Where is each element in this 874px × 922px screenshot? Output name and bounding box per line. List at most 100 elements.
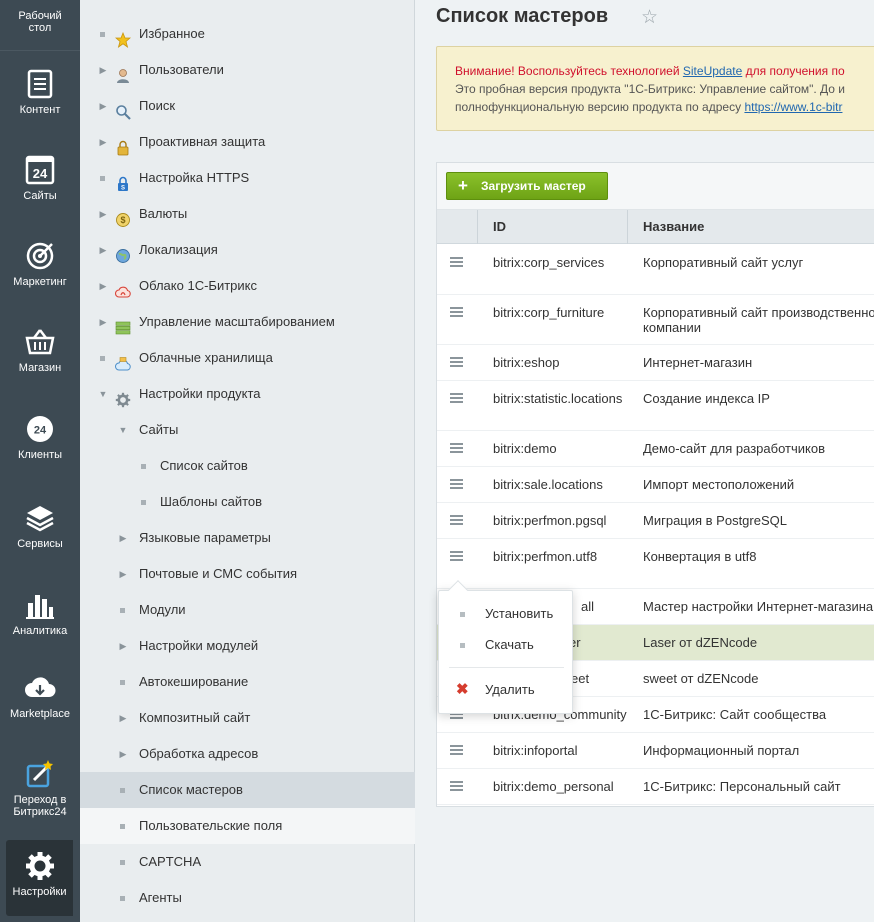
chevron-down-icon[interactable]: ▼: [117, 412, 129, 448]
bitrix-url-link[interactable]: https://www.1c-bitr: [744, 100, 842, 114]
table-row[interactable]: bitrix:sale.locations Импорт местоположен…: [437, 467, 874, 503]
menu-item[interactable]: ▶ Обработка адресов: [80, 736, 415, 772]
rail-item-services[interactable]: Сервисы: [0, 502, 80, 550]
rail-item-marketplace[interactable]: Marketplace: [0, 672, 80, 720]
cell-id: bitrix:eshop: [493, 355, 560, 370]
rail-item-marketing[interactable]: Маркетинг: [0, 240, 80, 288]
menu-item[interactable]: ▶ Языковые параметры: [80, 520, 415, 556]
upload-wizard-button[interactable]: + Загрузить мастер: [446, 172, 608, 200]
menu-item[interactable]: ▶ Композитный сайт: [80, 700, 415, 736]
menu-item-install[interactable]: Установить: [439, 599, 574, 629]
menu-item[interactable]: ▶ Облако 1С-Битрикс: [80, 268, 415, 304]
table-row[interactable]: bitrix:statistic.locations Создание индек…: [437, 381, 874, 431]
table-row[interactable]: bitrix:perfmon.pgsql Миграция в PostgreSQ…: [437, 503, 874, 539]
table-row[interactable]: bitrix:corp_services Корпоративный сайт у…: [437, 245, 874, 295]
chevron-right-icon[interactable]: ▶: [97, 124, 109, 160]
cell-name: 1С-Битрикс: Персональный сайт: [643, 779, 874, 794]
cell-id: bitrix:statistic.locations: [493, 391, 623, 406]
grid-header: ID Название: [437, 210, 874, 244]
rail-item-bitrix24[interactable]: Переход в Битрикс24: [0, 758, 80, 818]
cell-id: all: [581, 599, 595, 614]
row-menu-icon[interactable]: [450, 479, 463, 489]
menu-item[interactable]: Список мастеров: [80, 772, 415, 808]
row-menu-icon[interactable]: [450, 781, 463, 791]
row-menu-icon[interactable]: [450, 357, 463, 367]
bullet-icon: [141, 464, 146, 469]
menu-item[interactable]: Агенты: [80, 880, 415, 916]
menu-item[interactable]: ▶ Пользователи: [80, 52, 415, 88]
rail-item-sites[interactable]: 24 Сайты: [0, 154, 80, 202]
menu-item[interactable]: ▶ Почтовые и СМС события: [80, 556, 415, 592]
row-menu-icon[interactable]: [450, 443, 463, 453]
rail-item-clients[interactable]: 24 Клиенты: [0, 413, 80, 461]
rail-label-clients: Клиенты: [17, 449, 63, 461]
cell-name-text-line2: компании: [643, 320, 701, 335]
svg-text:$: $: [120, 215, 125, 225]
chevron-right-icon[interactable]: ▶: [117, 556, 129, 592]
chevron-right-icon[interactable]: ▶: [97, 268, 109, 304]
menu-item[interactable]: ▶ Локализация: [80, 232, 415, 268]
menu-item[interactable]: ▶ Поиск: [80, 88, 415, 124]
chevron-right-icon[interactable]: ▶: [97, 304, 109, 340]
menu-item[interactable]: Автокеширование: [80, 664, 415, 700]
bitrix24-icon: [26, 760, 53, 788]
chevron-right-icon[interactable]: ▶: [117, 628, 129, 664]
chevron-right-icon[interactable]: ▶: [117, 700, 129, 736]
chevron-right-icon[interactable]: ▶: [97, 52, 109, 88]
table-row[interactable]: bitrix:corp_furniture Корпоративный сайт …: [437, 295, 874, 345]
table-row[interactable]: bitrix:eshop Интернет-магазин: [437, 345, 874, 381]
rail-item-desktop[interactable]: Рабочий стол: [0, 10, 80, 42]
row-menu-icon[interactable]: [450, 745, 463, 755]
menu-item[interactable]: CAPTCHA: [80, 844, 415, 880]
favorite-star-icon[interactable]: ☆: [641, 6, 658, 29]
table-row[interactable]: bitrix:demo_personal 1С-Битрикс: Персонал…: [437, 769, 874, 805]
https-lock-icon: S: [115, 170, 131, 192]
rail-item-analytics[interactable]: Аналитика: [0, 589, 80, 637]
cell-name: Корпоративный сайт производственно компан…: [643, 305, 874, 335]
menu-item[interactable]: Шаблоны сайтов: [80, 484, 415, 520]
menu-item[interactable]: ▶ Управление масштабированием: [80, 304, 415, 340]
table-row[interactable]: bitrix:infoportal Информационный портал: [437, 733, 874, 769]
rail-item-settings[interactable]: Настройки: [6, 840, 73, 916]
cell-name: Мастер настройки Интернет-магазина: [643, 599, 874, 614]
menu-item[interactable]: S Настройка HTTPS: [80, 160, 415, 196]
rail-item-shop[interactable]: Магазин: [0, 326, 80, 374]
menu-item[interactable]: ▶ $ Валюты: [80, 196, 415, 232]
chevron-right-icon[interactable]: ▶: [97, 196, 109, 232]
table-row[interactable]: bitrix:demo Демо-сайт для разработчиков: [437, 431, 874, 467]
chevron-right-icon[interactable]: ▶: [117, 520, 129, 556]
menu-item[interactable]: ▶ Настройки модулей: [80, 628, 415, 664]
column-header-name[interactable]: Название: [643, 210, 704, 244]
table-row[interactable]: bitrix:perfmon.utf8 Конвертация в utf8: [437, 539, 874, 589]
page-title: Список мастеров: [436, 5, 609, 27]
menu-item[interactable]: Список сайтов: [80, 448, 415, 484]
chevron-right-icon[interactable]: ▶: [117, 736, 129, 772]
menu-item[interactable]: Избранное: [80, 16, 415, 52]
row-menu-icon[interactable]: [450, 307, 463, 317]
cell-name-text: Корпоративный сайт производственно: [643, 305, 874, 320]
row-menu-icon[interactable]: [450, 257, 463, 267]
chevron-down-icon[interactable]: ▼: [97, 376, 109, 412]
menu-item[interactable]: Пользовательские поля: [80, 808, 415, 844]
menu-item-delete[interactable]: ✖ Удалить: [439, 675, 574, 705]
menu-item-download[interactable]: Скачать: [439, 630, 574, 660]
menu-item[interactable]: Облачные хранилища: [80, 340, 415, 376]
column-separator: [627, 210, 628, 244]
cell-name-text: 1С-Битрикс: Персональный сайт: [643, 779, 841, 794]
menu-item[interactable]: ▶ Проактивная защита: [80, 124, 415, 160]
column-header-id[interactable]: ID: [493, 210, 506, 244]
siteupdate-link[interactable]: SiteUpdate: [683, 64, 742, 78]
left-rail: Рабочий стол Контент 24 Сайты Маркетинг …: [0, 0, 80, 922]
chevron-right-icon[interactable]: ▶: [97, 232, 109, 268]
row-menu-icon[interactable]: [450, 393, 463, 403]
row-menu-icon[interactable]: [450, 551, 463, 561]
chevron-right-icon[interactable]: ▶: [97, 88, 109, 124]
menu-item[interactable]: ▼ Настройки продукта: [80, 376, 415, 412]
row-menu-icon[interactable]: [450, 515, 463, 525]
bullet-icon: [100, 176, 105, 181]
menu-item[interactable]: Модули: [80, 592, 415, 628]
user-icon: [115, 62, 131, 83]
cell-name: Конвертация в utf8: [643, 549, 874, 564]
rail-item-content[interactable]: Контент: [0, 68, 80, 116]
menu-item[interactable]: ▼ Сайты: [80, 412, 415, 448]
